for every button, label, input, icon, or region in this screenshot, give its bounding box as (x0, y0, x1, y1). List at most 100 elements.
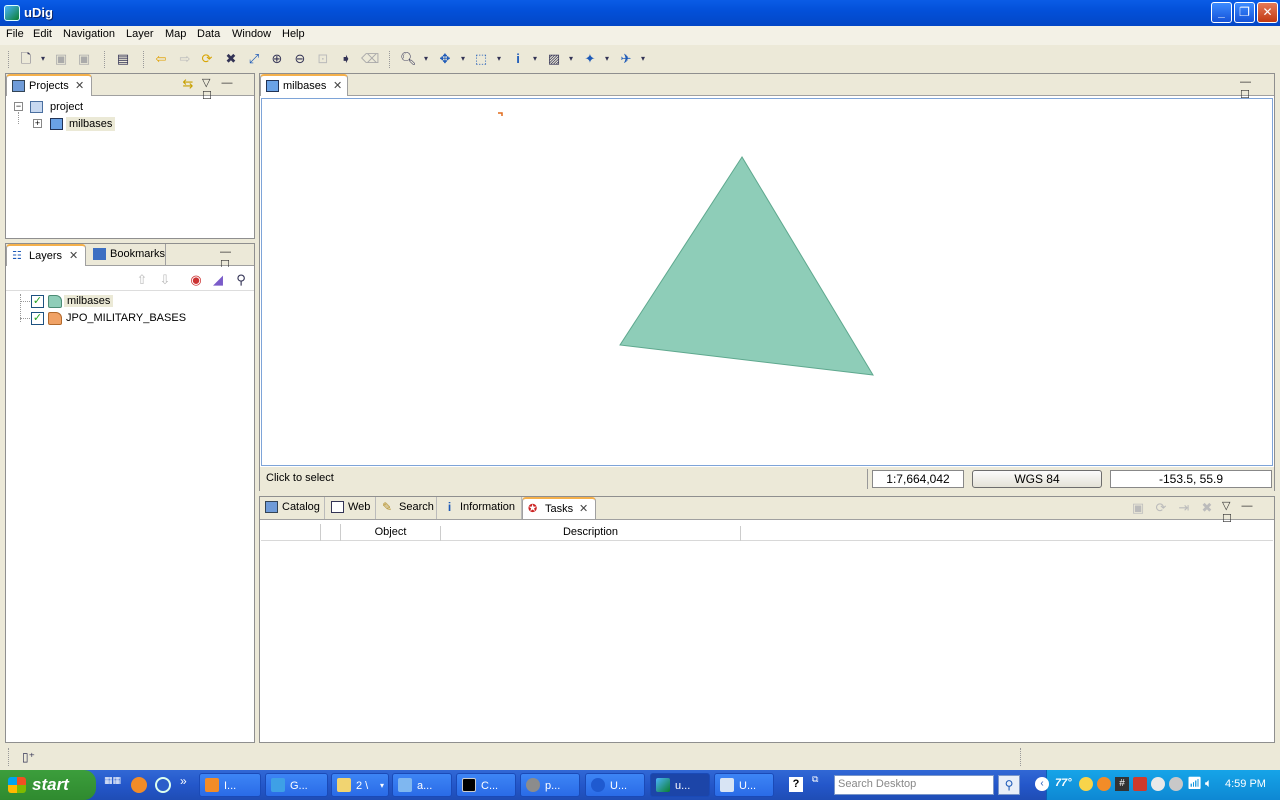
close-icon[interactable]: ✕ (75, 79, 84, 92)
create-dropdown-icon[interactable]: ▾ (599, 51, 615, 67)
zoom-selection-icon[interactable]: ⊡ (315, 51, 331, 67)
scale-icon[interactable]: ◢ (210, 272, 226, 288)
help-icon[interactable]: ? (789, 777, 803, 792)
firefox-icon[interactable] (131, 777, 147, 793)
start-button[interactable]: start (0, 770, 96, 800)
selection-dropdown-icon[interactable]: ▾ (491, 51, 507, 67)
tab-projects[interactable]: Projects ✕ (6, 74, 92, 96)
collapse-icon[interactable]: − (14, 102, 23, 111)
view-menu-icon[interactable]: ▽ — ☐ (1222, 499, 1274, 525)
link-icon[interactable]: ⇆ (180, 76, 196, 92)
layer-name-jpo-military-bases[interactable]: JPO_MILITARY_BASES (66, 312, 186, 324)
selection-tool-icon[interactable]: ⬚ (473, 51, 489, 67)
expand-icon[interactable]: + (33, 119, 42, 128)
taskbar-button-7[interactable]: U... (585, 773, 645, 797)
next-icon[interactable]: ➧ (338, 51, 354, 67)
zoom-tool-dropdown-icon[interactable]: ▾ (418, 51, 434, 67)
menu-data[interactable]: Data (197, 28, 220, 40)
search-icon[interactable]: ⚲ (998, 775, 1020, 795)
wifi-icon[interactable]: 📶︎ (1187, 776, 1202, 790)
clock[interactable]: 4:59 PM (1225, 778, 1266, 790)
refresh-icon[interactable]: ⟳ (1153, 500, 1169, 516)
taskbar-button-1[interactable]: I... (199, 773, 261, 797)
fast-view-icon[interactable]: ▯⁺ (22, 750, 35, 764)
taskbar-button-4[interactable]: a... (392, 773, 452, 797)
menu-edit[interactable]: Edit (33, 28, 52, 40)
taskbar-button-9[interactable]: U... (714, 773, 774, 797)
column-header-description[interactable]: Description (441, 526, 741, 541)
column-header-type[interactable] (261, 524, 321, 541)
style-icon[interactable]: ◉ (188, 272, 204, 288)
column-header-object[interactable]: Object (341, 526, 441, 541)
tools-dropdown-icon[interactable]: ▾ (635, 51, 651, 67)
close-icon[interactable]: ✕ (579, 502, 588, 515)
tab-layers[interactable]: ☷ Layers ✕ (6, 244, 86, 266)
mail-icon[interactable] (1133, 777, 1147, 791)
tree-project[interactable]: project (50, 101, 83, 113)
layer-checkbox-jpo[interactable]: ✓ (31, 312, 44, 325)
save-icon[interactable]: ▣ (53, 51, 69, 67)
info-tool-icon[interactable]: i (510, 51, 526, 67)
zoom-tool-icon[interactable]: 🔍︎ (400, 51, 417, 67)
tray-icon[interactable] (1169, 777, 1183, 791)
new-dropdown-icon[interactable]: ▾ (35, 51, 51, 67)
eraser-icon[interactable]: ⌫ (361, 51, 379, 67)
tab-tasks[interactable]: ✪ Tasks ✕ (522, 497, 596, 519)
forward-icon[interactable]: ⇨ (177, 51, 193, 67)
crs-button[interactable]: WGS 84 (972, 470, 1102, 488)
tab-bookmarks[interactable]: Bookmarks (88, 244, 166, 266)
properties-icon[interactable]: ▤ (115, 51, 131, 67)
taskbar-button-5[interactable]: C... (456, 773, 516, 797)
taskbar-button-udig[interactable]: u... (650, 773, 710, 797)
taskbar-button-6[interactable]: p... (520, 773, 580, 797)
move-up-icon[interactable]: ⇧ (134, 272, 150, 288)
menu-map[interactable]: Map (165, 28, 186, 40)
properties-icon[interactable]: ⚲ (233, 272, 249, 288)
tray-icon[interactable]: # (1115, 777, 1129, 791)
layer-name-milbases[interactable]: milbases (64, 295, 114, 307)
close-icon[interactable]: ✕ (333, 79, 342, 92)
tab-catalog[interactable]: Catalog (260, 497, 325, 519)
volume-icon[interactable]: 🔈︎ (1205, 776, 1212, 791)
tools-icon[interactable]: ✈ (618, 51, 634, 67)
view-menu-icon[interactable]: ▽ — ☐ (202, 76, 254, 102)
edit-tool-icon[interactable]: ▨ (546, 51, 562, 67)
layer-checkbox-milbases[interactable]: ✓ (31, 295, 44, 308)
export-icon[interactable]: ⇥ (1176, 500, 1192, 516)
pan-tool-dropdown-icon[interactable]: ▾ (455, 51, 471, 67)
pan-tool-icon[interactable]: ✥ (437, 51, 453, 67)
edit-dropdown-icon[interactable]: ▾ (563, 51, 579, 67)
new-icon[interactable]: 🗋 (18, 51, 34, 67)
zoom-in-icon[interactable]: ⊕ (269, 51, 285, 67)
tray-icon[interactable] (1097, 777, 1111, 791)
desktop-search-input[interactable]: Search Desktop (834, 775, 994, 795)
tab-search[interactable]: ✎ Search (377, 497, 437, 519)
menu-layer[interactable]: Layer (126, 28, 154, 40)
refresh-icon[interactable]: ⟳ (199, 51, 215, 67)
close-button[interactable]: ✕ (1257, 2, 1278, 23)
zoom-out-icon[interactable]: ⊖ (292, 51, 308, 67)
restore-icon[interactable]: ⧉ (812, 774, 818, 785)
chevron-left-icon[interactable]: ‹ (1035, 777, 1049, 791)
menu-window[interactable]: Window (232, 28, 271, 40)
stop-icon[interactable]: ✖ (223, 51, 239, 67)
more-icon[interactable]: » (180, 774, 187, 788)
taskbar-button-2[interactable]: G... (265, 773, 328, 797)
create-feature-icon[interactable]: ✦ (582, 51, 598, 67)
save-all-icon[interactable]: ▣ (76, 51, 92, 67)
menu-navigation[interactable]: Navigation (63, 28, 115, 40)
back-icon[interactable]: ⇦ (153, 51, 169, 67)
tab-milbases[interactable]: milbases ✕ (260, 74, 348, 96)
coordinates-field[interactable]: -153.5, 55.9 (1110, 470, 1272, 488)
delete-icon[interactable]: ✖ (1199, 500, 1215, 516)
minimize-button[interactable]: _ (1211, 2, 1232, 23)
scale-field[interactable]: 1:7,664,042 (872, 470, 964, 488)
tab-information[interactable]: i Information (438, 497, 522, 519)
menu-help[interactable]: Help (282, 28, 305, 40)
restore-button[interactable]: ❐ (1234, 2, 1255, 23)
zoom-extent-icon[interactable]: ⤢ (246, 51, 262, 67)
map-canvas[interactable] (261, 98, 1273, 466)
move-down-icon[interactable]: ⇩ (157, 272, 173, 288)
tab-web[interactable]: Web (326, 497, 376, 519)
eclipse-icon[interactable] (155, 777, 171, 793)
